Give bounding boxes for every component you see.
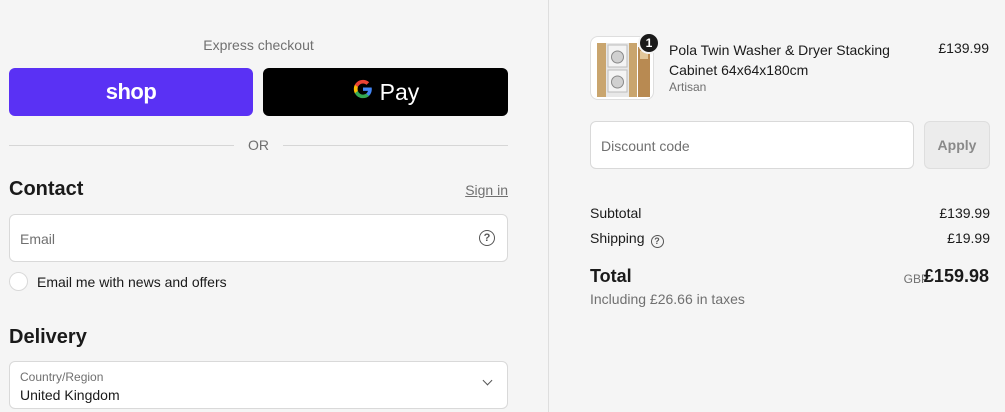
discount-code-field[interactable]: Discount code — [590, 121, 914, 169]
country-select[interactable]: Country/Region United Kingdom — [9, 361, 508, 409]
checkout-form-panel: Express checkout shop Pay OR Contact Sig… — [0, 0, 548, 412]
shipping-value: £19.99 — [947, 230, 990, 246]
discount-placeholder: Discount code — [601, 138, 690, 154]
shop-pay-button[interactable]: shop — [9, 68, 253, 116]
newsletter-option: Email me with news and offers — [9, 272, 227, 291]
newsletter-label: Email me with news and offers — [37, 273, 227, 290]
express-checkout-label: Express checkout — [203, 37, 314, 53]
sign-in-link[interactable]: Sign in — [465, 182, 508, 198]
country-label: Country/Region — [20, 370, 104, 384]
delivery-heading: Delivery — [9, 326, 87, 348]
or-divider: OR — [9, 137, 508, 153]
chevron-down-icon — [482, 375, 493, 386]
country-value: United Kingdom — [20, 387, 120, 403]
newsletter-checkbox[interactable] — [9, 272, 28, 291]
product-name: Pola Twin Washer & Dryer Stacking Cabine… — [669, 42, 890, 78]
subtotal-label: Subtotal — [590, 205, 642, 221]
email-field[interactable]: Email ? — [9, 214, 508, 262]
order-summary-panel: 1 Pola Twin Washer & Dryer Stacking Cabi… — [548, 0, 1005, 412]
email-placeholder: Email — [20, 231, 56, 247]
subtotal-value: £139.99 — [939, 205, 990, 221]
shipping-row: Shipping? £19.99 — [590, 230, 990, 248]
divider-line-right — [283, 145, 508, 146]
help-icon[interactable]: ? — [479, 230, 495, 246]
total-value: £159.98 — [923, 266, 989, 286]
product-variant: Artisan — [669, 80, 707, 94]
product-price: £139.99 — [938, 40, 989, 56]
tax-note: Including £26.66 in taxes — [590, 291, 745, 307]
google-pay-button[interactable]: Pay — [263, 68, 508, 116]
quantity-badge: 1 — [638, 32, 660, 54]
apply-discount-button[interactable]: Apply — [924, 121, 990, 169]
shipping-label: Shipping — [590, 230, 645, 246]
shop-pay-logo: shop — [105, 79, 157, 104]
subtotal-row: Subtotal £139.99 — [590, 205, 990, 221]
contact-heading: Contact — [9, 178, 84, 200]
google-pay-label: Pay — [379, 78, 420, 105]
total-label: Total — [590, 266, 632, 286]
google-g-icon — [352, 78, 374, 107]
shipping-help-icon[interactable]: ? — [650, 234, 664, 248]
